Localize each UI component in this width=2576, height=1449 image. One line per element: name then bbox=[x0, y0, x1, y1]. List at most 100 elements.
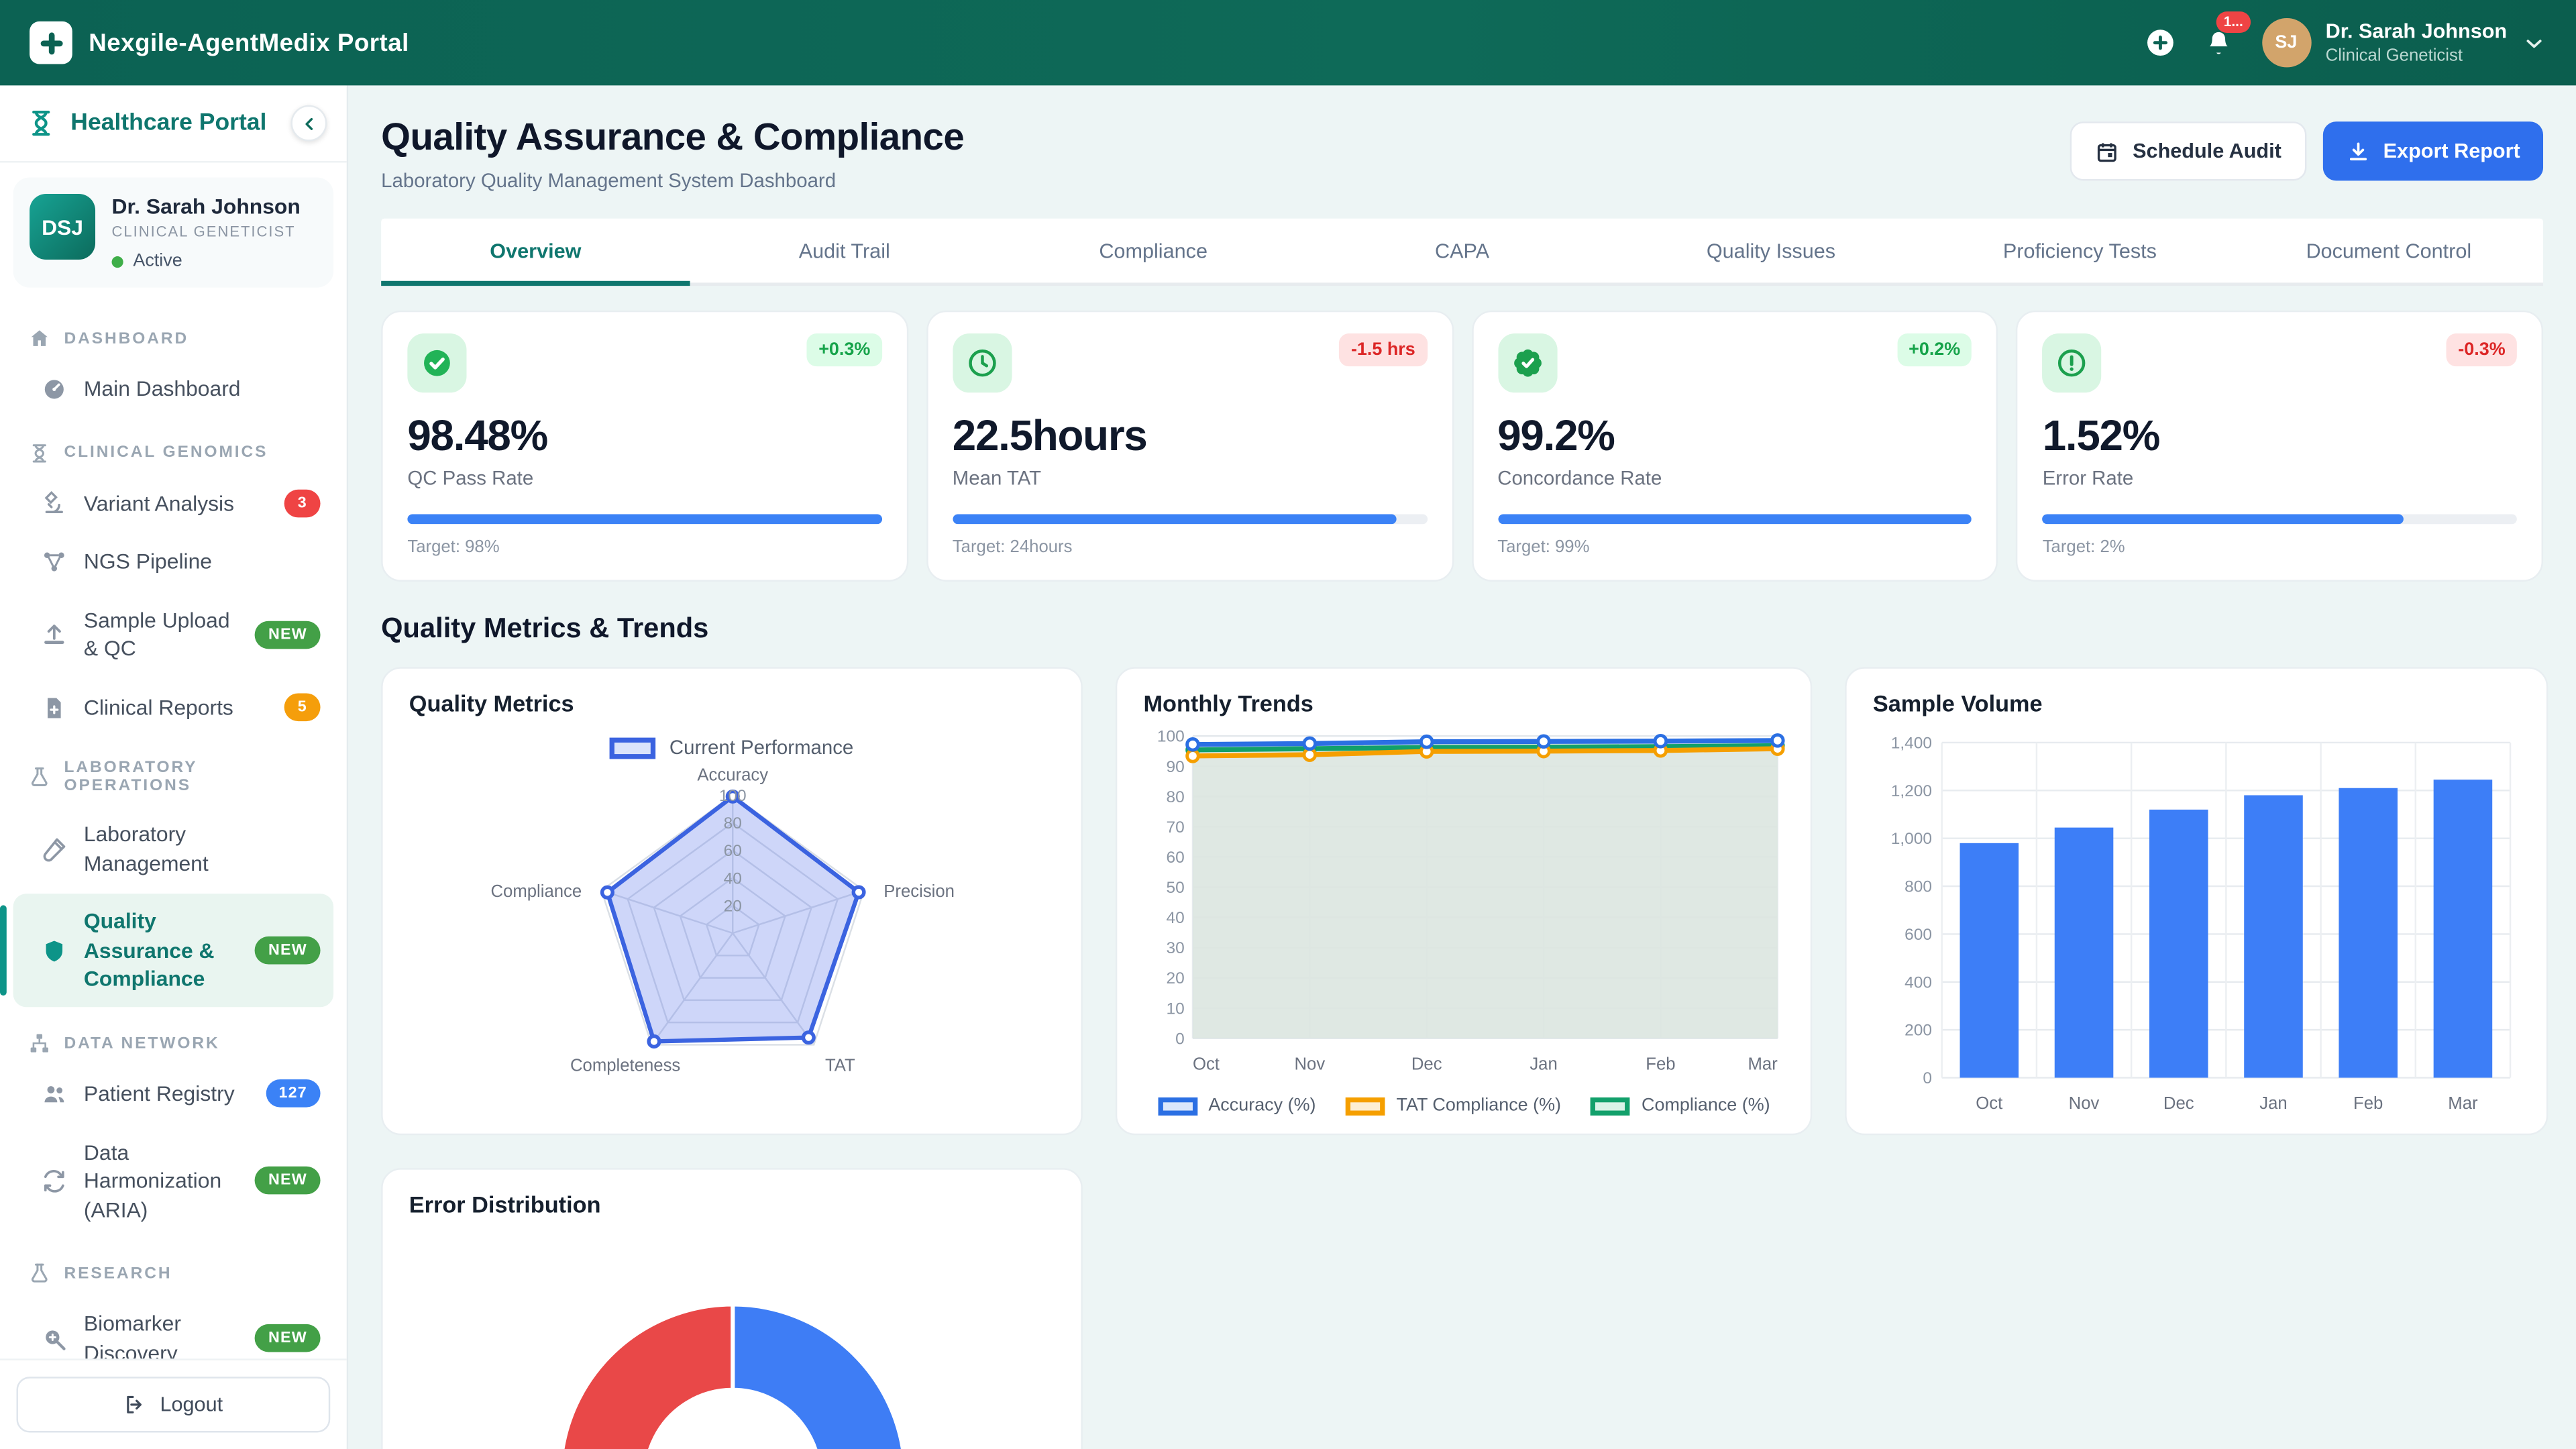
kpi-progress bbox=[2043, 515, 2517, 525]
svg-text:Accuracy: Accuracy bbox=[697, 765, 768, 784]
dna-icon bbox=[26, 109, 56, 138]
svg-text:70: 70 bbox=[1166, 818, 1184, 837]
sidebar-item-label: Variant Analysis bbox=[84, 489, 234, 518]
users-icon bbox=[41, 1081, 67, 1107]
sidebar-collapse-button[interactable] bbox=[290, 105, 327, 142]
sidebar-item-label: Clinical Reports bbox=[84, 693, 233, 722]
share-nodes-icon bbox=[28, 1032, 51, 1055]
tab-capa[interactable]: CAPA bbox=[1307, 219, 1616, 286]
svg-text:20: 20 bbox=[724, 897, 742, 915]
svg-text:Jan: Jan bbox=[1529, 1055, 1557, 1073]
sidebar-avatar: DSJ bbox=[30, 194, 95, 260]
download-icon bbox=[2345, 139, 2370, 164]
file-plus-icon bbox=[41, 694, 67, 720]
add-icon[interactable] bbox=[2143, 26, 2176, 59]
page-subtitle: Laboratory Quality Management System Das… bbox=[381, 169, 964, 192]
donut-chart-title: Error Distribution bbox=[409, 1191, 1055, 1218]
status-dot bbox=[112, 256, 123, 267]
svg-text:Oct: Oct bbox=[1976, 1094, 2002, 1113]
kpi-value: 98.48% bbox=[407, 411, 881, 462]
sidebar-item-main-dashboard[interactable]: Main Dashboard bbox=[13, 362, 334, 417]
svg-text:60: 60 bbox=[724, 842, 742, 860]
kpi-value: 1.52% bbox=[2043, 411, 2517, 462]
app-logo bbox=[30, 21, 72, 64]
kpi-label: Error Rate bbox=[2043, 467, 2517, 490]
sidebar-nav: DASHBOARDMain DashboardCLINICAL GENOMICS… bbox=[0, 303, 347, 1359]
svg-text:800: 800 bbox=[1904, 878, 1932, 896]
alert-circle-icon bbox=[2043, 333, 2102, 392]
svg-text:50: 50 bbox=[1166, 879, 1184, 897]
svg-text:Precision: Precision bbox=[883, 882, 955, 901]
schedule-audit-button[interactable]: Schedule Audit bbox=[2070, 121, 2306, 180]
shield-icon bbox=[41, 938, 67, 964]
error-distribution-card: Error Distribution bbox=[381, 1168, 1083, 1449]
svg-text:Dec: Dec bbox=[1411, 1055, 1442, 1073]
bar-chart-title: Sample Volume bbox=[1873, 690, 2520, 716]
sidebar-item-label: Biomarker Discovery bbox=[84, 1309, 239, 1358]
svg-text:200: 200 bbox=[1904, 1022, 1932, 1040]
svg-text:60: 60 bbox=[1166, 849, 1184, 867]
sidebar-item-data-harmonization-aria[interactable]: Data Harmonization (ARIA)NEW bbox=[13, 1124, 334, 1237]
svg-text:20: 20 bbox=[1166, 969, 1184, 987]
sidebar-section-research: RESEARCH bbox=[13, 1240, 334, 1296]
svg-text:80: 80 bbox=[1166, 788, 1184, 806]
svg-text:100: 100 bbox=[1157, 728, 1185, 746]
sidebar-user-name: Dr. Sarah Johnson bbox=[112, 194, 301, 219]
tab-quality-issues[interactable]: Quality Issues bbox=[1617, 219, 1925, 286]
sidebar: Healthcare Portal DSJ Dr. Sarah Johnson … bbox=[0, 85, 348, 1449]
flask-icon bbox=[28, 766, 51, 789]
tab-audit-trail[interactable]: Audit Trail bbox=[690, 219, 999, 286]
svg-text:Compliance: Compliance bbox=[490, 882, 582, 901]
kpi-card-concordance-rate: +0.2%99.2%Concordance RateTarget: 99% bbox=[1471, 311, 1998, 582]
logout-button[interactable]: Logout bbox=[16, 1377, 330, 1432]
sidebar-item-variant-analysis[interactable]: Variant Analysis3 bbox=[13, 476, 334, 531]
sidebar-item-badge: NEW bbox=[255, 621, 320, 649]
badge-check-icon bbox=[1497, 333, 1556, 392]
kpi-row: +0.3%98.48%QC Pass RateTarget: 98%-1.5 h… bbox=[381, 311, 2543, 582]
kpi-label: QC Pass Rate bbox=[407, 467, 881, 490]
kpi-progress bbox=[407, 515, 881, 525]
svg-text:0: 0 bbox=[1175, 1030, 1185, 1048]
sidebar-item-label: Quality Assurance & Compliance bbox=[84, 908, 239, 994]
dna-icon bbox=[28, 441, 51, 464]
donut-chart bbox=[409, 1218, 1058, 1449]
sidebar-item-ngs-pipeline[interactable]: NGS Pipeline bbox=[13, 534, 334, 589]
legend-item: Accuracy (%) bbox=[1157, 1095, 1316, 1115]
kpi-card-mean-tat: -1.5 hrs22.5hoursMean TATTarget: 24hours bbox=[926, 311, 1454, 582]
svg-text:40: 40 bbox=[724, 869, 742, 888]
quality-metrics-card: Quality Metrics Current Performance 20 40… bbox=[381, 667, 1083, 1135]
sidebar-item-sample-upload-qc[interactable]: Sample Upload & QCNEW bbox=[13, 592, 334, 676]
legend-swatch bbox=[610, 737, 657, 758]
sidebar-item-badge: 5 bbox=[284, 693, 320, 721]
tab-overview[interactable]: Overview bbox=[381, 219, 690, 286]
svg-text:1,400: 1,400 bbox=[1891, 735, 1932, 753]
tab-proficiency-tests[interactable]: Proficiency Tests bbox=[1925, 219, 2234, 286]
sidebar-item-quality-assurance-compliance[interactable]: Quality Assurance & ComplianceNEW bbox=[13, 894, 334, 1007]
export-report-button[interactable]: Export Report bbox=[2322, 121, 2543, 180]
chevron-down-icon bbox=[2522, 30, 2546, 55]
sidebar-section-clinical-genomics: CLINICAL GENOMICS bbox=[13, 420, 334, 476]
notification-badge: 1... bbox=[2216, 11, 2251, 32]
tab-compliance[interactable]: Compliance bbox=[999, 219, 1307, 286]
test-tube-icon bbox=[41, 836, 67, 862]
svg-text:10: 10 bbox=[1166, 1000, 1184, 1018]
calendar-icon bbox=[2095, 139, 2120, 164]
kpi-target: Target: 2% bbox=[2043, 537, 2517, 557]
logout-icon bbox=[124, 1393, 147, 1416]
sidebar-item-patient-registry[interactable]: Patient Registry127 bbox=[13, 1066, 334, 1121]
radar-legend: Current Performance bbox=[409, 736, 1055, 759]
notifications-bell-icon[interactable]: 1... bbox=[2202, 26, 2235, 59]
user-menu[interactable]: SJ Dr. Sarah Johnson Clinical Geneticist bbox=[2261, 18, 2546, 67]
sidebar-section-laboratory-operations: LABORATORY OPERATIONS bbox=[13, 738, 334, 807]
microscope-icon bbox=[41, 490, 67, 517]
sidebar-user-card: DSJ Dr. Sarah Johnson CLINICAL GENETICIS… bbox=[13, 177, 334, 287]
tab-document-control[interactable]: Document Control bbox=[2235, 219, 2543, 286]
sidebar-item-laboratory-management[interactable]: Laboratory Management bbox=[13, 807, 334, 891]
svg-text:Mar: Mar bbox=[2448, 1094, 2478, 1113]
svg-text:Completeness: Completeness bbox=[570, 1057, 680, 1075]
sidebar-item-biomarker-discovery[interactable]: Biomarker DiscoveryNEW bbox=[13, 1297, 334, 1359]
app-root: Nexgile-AgentMedix Portal 1... SJ Dr. Sa… bbox=[0, 0, 2576, 1449]
kpi-target: Target: 99% bbox=[1497, 537, 1972, 557]
sidebar-item-clinical-reports[interactable]: Clinical Reports 5 bbox=[13, 680, 334, 735]
radar-chart-title: Quality Metrics bbox=[409, 690, 1055, 716]
